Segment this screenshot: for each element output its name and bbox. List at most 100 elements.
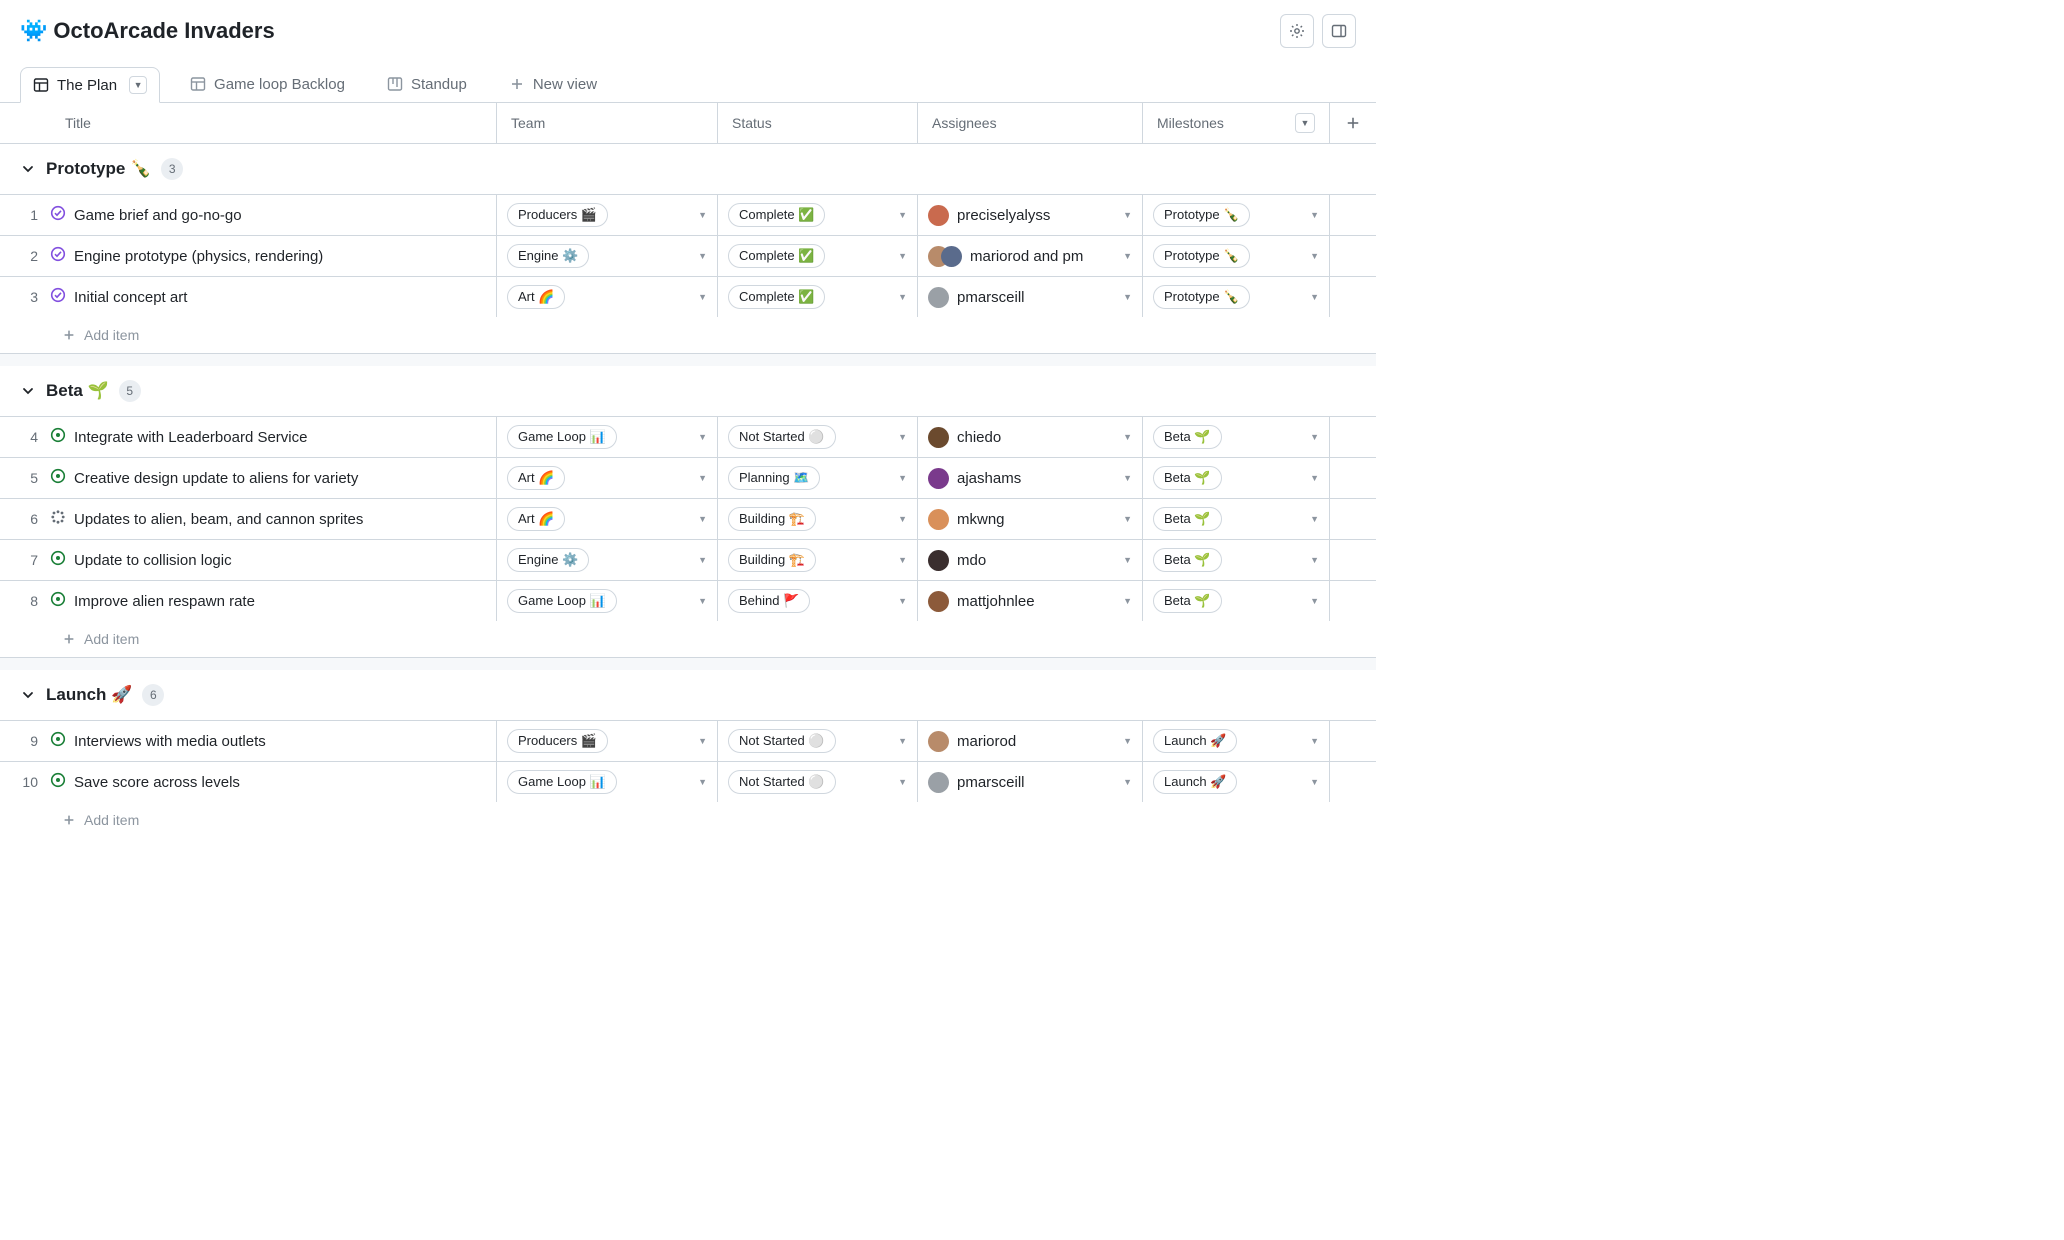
team-cell[interactable]: Game Loop 📊▼ [497, 581, 718, 621]
team-cell[interactable]: Game Loop 📊▼ [497, 762, 718, 802]
table-row[interactable]: 1Game brief and go-no-goProducers 🎬▼Comp… [0, 194, 1376, 235]
add-item-button[interactable]: Add item [0, 621, 1376, 658]
team-cell[interactable]: Art 🌈▼ [497, 277, 718, 317]
assignee-cell[interactable]: mdo▼ [918, 540, 1143, 580]
milestone-cell[interactable]: Launch 🚀▼ [1143, 721, 1330, 761]
team-cell[interactable]: Engine ⚙️▼ [497, 540, 718, 580]
column-header-milestones[interactable]: Milestones ▼ [1143, 103, 1330, 143]
team-cell[interactable]: Producers 🎬▼ [497, 195, 718, 235]
column-header-assignees[interactable]: Assignees [918, 103, 1143, 143]
row-end [1330, 458, 1376, 498]
table-row[interactable]: 7Update to collision logicEngine ⚙️▼Buil… [0, 539, 1376, 580]
status-cell[interactable]: Building 🏗️▼ [718, 540, 918, 580]
group-header[interactable]: Beta 🌱5 [0, 366, 1376, 416]
table-row[interactable]: 6Updates to alien, beam, and cannon spri… [0, 498, 1376, 539]
milestone-cell[interactable]: Prototype 🍾▼ [1143, 277, 1330, 317]
assignee-name: pmarsceill [957, 289, 1025, 306]
row-title-cell[interactable]: Updates to alien, beam, and cannon sprit… [50, 499, 497, 539]
row-title-cell[interactable]: Engine prototype (physics, rendering) [50, 236, 497, 276]
assignee-cell[interactable]: mariorod▼ [918, 721, 1143, 761]
group-header[interactable]: Prototype 🍾3 [0, 144, 1376, 194]
assignee-cell[interactable]: mariorod and pm▼ [918, 236, 1143, 276]
assignee-cell[interactable]: ajashams▼ [918, 458, 1143, 498]
project-title[interactable]: OctoArcade Invaders [53, 18, 1280, 44]
column-menu-button[interactable]: ▼ [1295, 113, 1315, 133]
plus-icon [62, 632, 76, 646]
assignee-cell[interactable]: preciselyalyss▼ [918, 195, 1143, 235]
chevron-down-icon: ▼ [898, 292, 907, 302]
row-end [1330, 277, 1376, 317]
row-title-cell[interactable]: Improve alien respawn rate [50, 581, 497, 621]
assignee-cell[interactable]: mattjohnlee▼ [918, 581, 1143, 621]
group-header[interactable]: Launch 🚀6 [0, 670, 1376, 720]
milestone-cell[interactable]: Beta 🌱▼ [1143, 581, 1330, 621]
chevron-down-icon: ▼ [1310, 432, 1319, 442]
row-title-cell[interactable]: Integrate with Leaderboard Service [50, 417, 497, 457]
chevron-down-icon [20, 689, 36, 701]
add-item-button[interactable]: Add item [0, 317, 1376, 354]
tab-the-plan[interactable]: The Plan ▼ [20, 67, 160, 103]
row-title-cell[interactable]: Interviews with media outlets [50, 721, 497, 761]
table-row[interactable]: 9Interviews with media outletsProducers … [0, 720, 1376, 761]
chevron-down-icon: ▼ [1310, 210, 1319, 220]
milestone-pill: Launch 🚀 [1153, 729, 1237, 753]
milestone-cell[interactable]: Beta 🌱▼ [1143, 458, 1330, 498]
avatar [928, 591, 949, 612]
tab-new-view[interactable]: New view [497, 68, 609, 101]
tab-menu-caret[interactable]: ▼ [129, 76, 147, 94]
milestone-cell[interactable]: Beta 🌱▼ [1143, 499, 1330, 539]
chevron-down-icon: ▼ [1310, 514, 1319, 524]
row-title-cell[interactable]: Save score across levels [50, 762, 497, 802]
milestone-cell[interactable]: Beta 🌱▼ [1143, 540, 1330, 580]
tab-backlog[interactable]: Game loop Backlog [178, 68, 357, 101]
milestone-cell[interactable]: Prototype 🍾▼ [1143, 236, 1330, 276]
status-cell[interactable]: Behind 🚩▼ [718, 581, 918, 621]
team-cell[interactable]: Art 🌈▼ [497, 499, 718, 539]
row-title-cell[interactable]: Game brief and go-no-go [50, 195, 497, 235]
add-item-button[interactable]: Add item [0, 802, 1376, 827]
table-row[interactable]: 8Improve alien respawn rateGame Loop 📊▼B… [0, 580, 1376, 621]
team-cell[interactable]: Game Loop 📊▼ [497, 417, 718, 457]
table-row[interactable]: 4Integrate with Leaderboard ServiceGame … [0, 416, 1376, 457]
table-row[interactable]: 2Engine prototype (physics, rendering)En… [0, 235, 1376, 276]
assignee-cell[interactable]: pmarsceill▼ [918, 277, 1143, 317]
milestone-cell[interactable]: Prototype 🍾▼ [1143, 195, 1330, 235]
milestone-pill: Beta 🌱 [1153, 466, 1222, 490]
status-cell[interactable]: Not Started ⚪▼ [718, 721, 918, 761]
assignee-cell[interactable]: pmarsceill▼ [918, 762, 1143, 802]
row-title-cell[interactable]: Creative design update to aliens for var… [50, 458, 497, 498]
assignee-cell[interactable]: chiedo▼ [918, 417, 1143, 457]
avatar [928, 468, 949, 489]
status-cell[interactable]: Complete ✅▼ [718, 236, 918, 276]
column-header-title[interactable]: Title [0, 103, 497, 143]
status-cell[interactable]: Complete ✅▼ [718, 195, 918, 235]
milestone-cell[interactable]: Launch 🚀▼ [1143, 762, 1330, 802]
panel-toggle-button[interactable] [1322, 14, 1356, 48]
row-title-cell[interactable]: Update to collision logic [50, 540, 497, 580]
status-cell[interactable]: Not Started ⚪▼ [718, 417, 918, 457]
settings-button[interactable] [1280, 14, 1314, 48]
status-cell[interactable]: Planning 🗺️▼ [718, 458, 918, 498]
add-column-button[interactable] [1330, 103, 1376, 143]
tab-standup[interactable]: Standup [375, 68, 479, 101]
milestone-cell[interactable]: Beta 🌱▼ [1143, 417, 1330, 457]
team-cell[interactable]: Engine ⚙️▼ [497, 236, 718, 276]
chevron-down-icon: ▼ [1123, 210, 1132, 220]
team-cell[interactable]: Producers 🎬▼ [497, 721, 718, 761]
milestone-pill: Prototype 🍾 [1153, 244, 1250, 268]
status-cell[interactable]: Building 🏗️▼ [718, 499, 918, 539]
gear-icon [1289, 23, 1305, 39]
assignee-cell[interactable]: mkwng▼ [918, 499, 1143, 539]
row-title-cell[interactable]: Initial concept art [50, 277, 497, 317]
table-row[interactable]: 5Creative design update to aliens for va… [0, 457, 1376, 498]
group-spacer [0, 658, 1376, 670]
row-end [1330, 762, 1376, 802]
status-cell[interactable]: Not Started ⚪▼ [718, 762, 918, 802]
chevron-down-icon: ▼ [698, 473, 707, 483]
status-cell[interactable]: Complete ✅▼ [718, 277, 918, 317]
column-header-team[interactable]: Team [497, 103, 718, 143]
column-header-status[interactable]: Status [718, 103, 918, 143]
table-row[interactable]: 3Initial concept artArt 🌈▼Complete ✅▼pma… [0, 276, 1376, 317]
table-row[interactable]: 10Save score across levelsGame Loop 📊▼No… [0, 761, 1376, 802]
team-cell[interactable]: Art 🌈▼ [497, 458, 718, 498]
